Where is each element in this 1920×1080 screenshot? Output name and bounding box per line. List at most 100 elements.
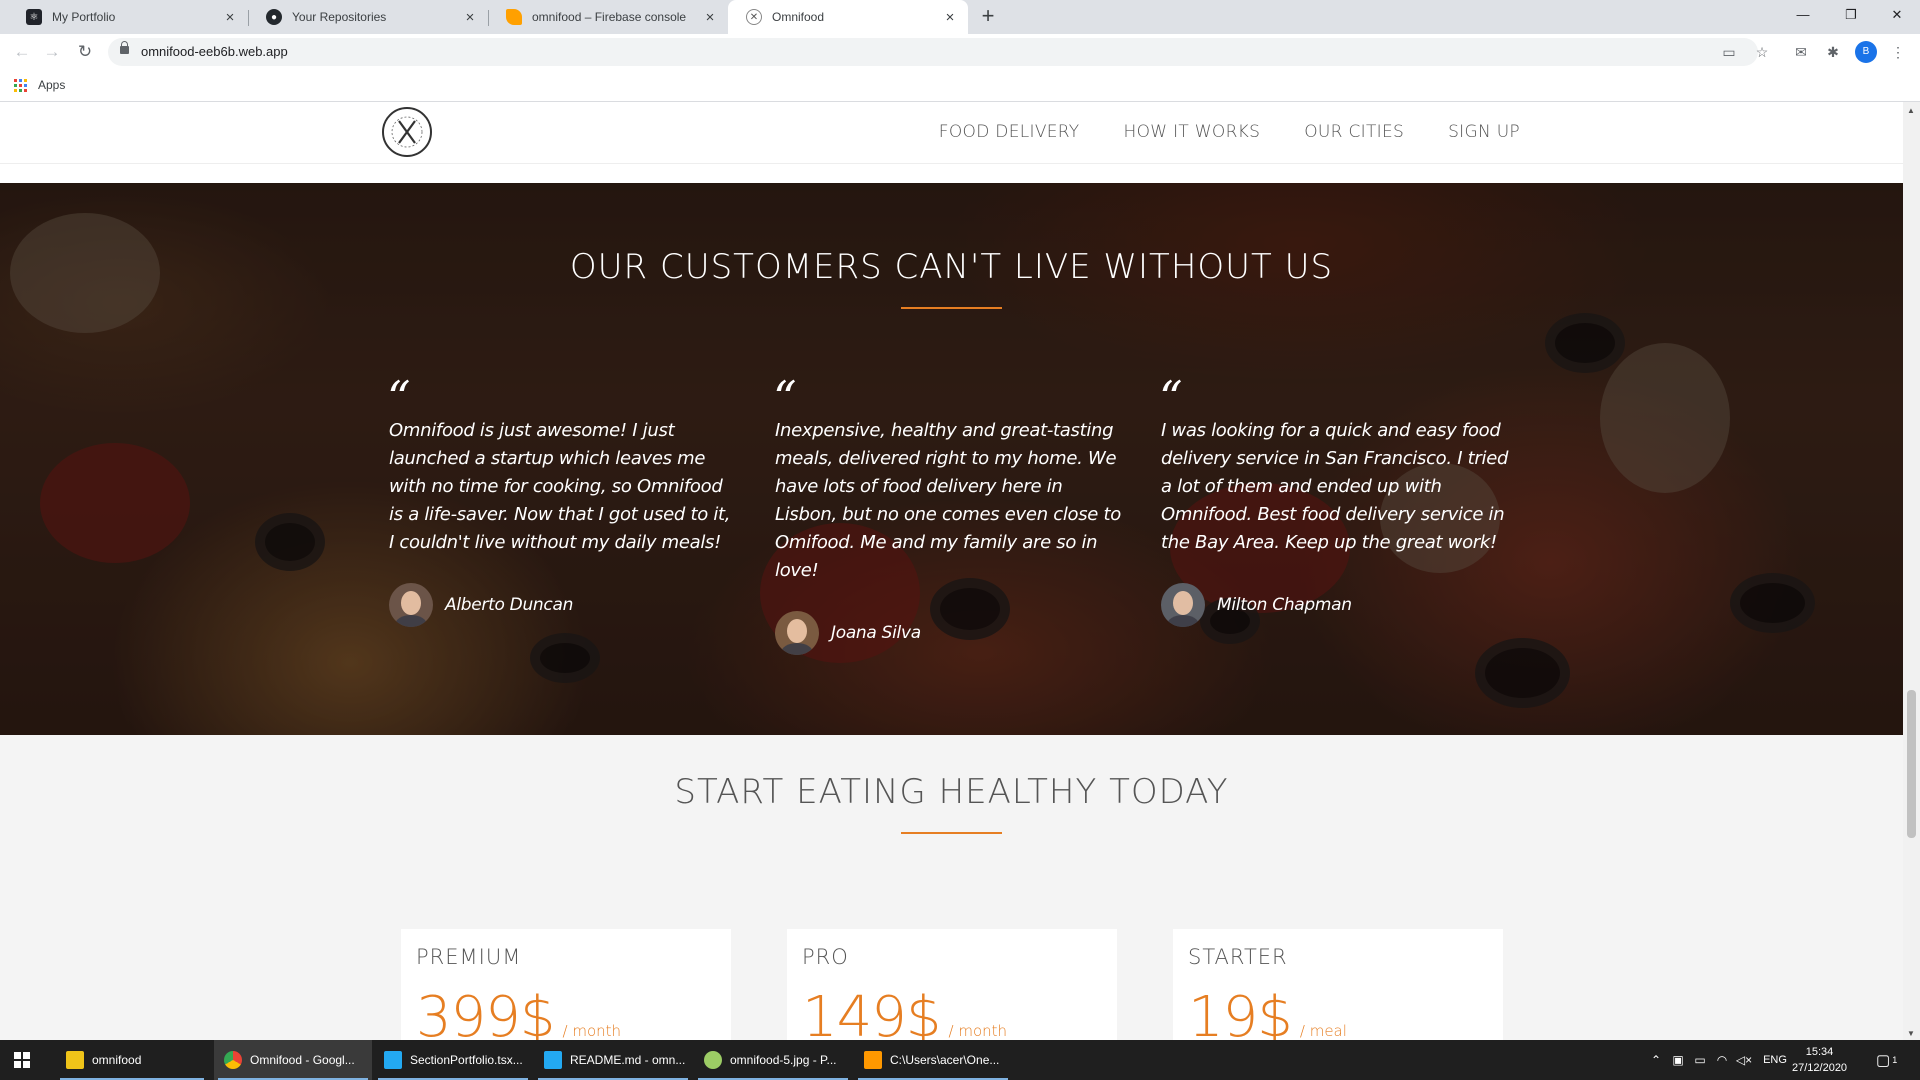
nav-how-it-works[interactable]: HOW IT WORKS [1124,122,1261,142]
taskbar-item-label: omnifood [92,1053,142,1067]
tab-omnifood[interactable]: ✕ Omnifood × [728,0,968,34]
plan-price: 149$ / month [802,985,1007,1040]
windows-start-button[interactable] [14,1052,30,1068]
pricing-section: START EATING HEALTHY TODAY PREMIUM 399$ /… [0,735,1903,1040]
vscode-icon [384,1051,402,1069]
taskbar-item-chrome[interactable]: Omnifood - Googl... [214,1040,372,1080]
author-name: Joana Silva [831,623,921,643]
price-unit: / month [562,1022,622,1040]
main-nav: FOOD DELIVERY HOW IT WORKS OUR CITIES SI… [939,122,1520,142]
pricing-title: START EATING HEALTHY TODAY [674,772,1229,812]
profile-avatar[interactable]: B [1855,41,1877,63]
testimonial-card: “ Inexpensive, healthy and great-tasting… [773,371,1125,655]
cast-icon[interactable]: ▭ [1719,42,1739,62]
close-icon[interactable]: × [942,9,958,26]
minimize-button[interactable]: — [1780,0,1826,30]
taskbar-item-vscode-readme[interactable]: README.md - omn... [534,1040,692,1080]
windows-taskbar: omnifood Omnifood - Googl... SectionPort… [0,1040,1920,1080]
taskbar-item-vscode-portfolio[interactable]: SectionPortfolio.tsx... [374,1040,532,1080]
testimonial-author: Alberto Duncan [389,583,739,627]
taskbar-item-sublime[interactable]: C:\Users\acer\One... [854,1040,1012,1080]
testimonial-author: Joana Silva [775,611,1125,655]
bookmarks-bar: Apps [0,70,1920,102]
plan-name: PREMIUM [416,945,522,969]
site-header: FOOD DELIVERY HOW IT WORKS OUR CITIES SI… [0,102,1903,164]
plan-price: 399$ / month [416,985,621,1040]
browser-tab-bar: ⚛ My Portfolio × ● Your Repositories × o… [0,0,1920,34]
scroll-down-icon[interactable]: ▼ [1907,1029,1915,1038]
omnifood-logo[interactable] [382,107,432,157]
testimonials-title: OUR CUSTOMERS CAN'T LIVE WITHOUT US [569,247,1334,287]
nav-sign-up[interactable]: SIGN UP [1448,122,1520,142]
testimonial-card: “ I was looking for a quick and easy foo… [1159,375,1511,627]
tab-title: omnifood – Firebase console [532,10,687,24]
notification-center-button[interactable]: ▢ 1 [1876,1040,1897,1080]
vscode-icon [544,1051,562,1069]
nav-our-cities[interactable]: OUR CITIES [1304,122,1404,142]
avatar [775,611,819,655]
scroll-up-icon[interactable]: ▲ [1907,106,1915,115]
reload-button[interactable]: ↻ [73,40,97,64]
tab-your-repositories[interactable]: ● Your Repositories × [248,0,488,34]
mail-extension-icon[interactable]: ✉ [1791,42,1811,62]
close-icon[interactable]: × [462,9,478,26]
author-name: Alberto Duncan [445,595,574,615]
testimonial-text: Omnifood is just awesome! I just launche… [389,420,731,553]
testimonial-author: Milton Chapman [1161,583,1511,627]
close-window-button[interactable]: ✕ [1874,0,1920,30]
omnifood-favicon-icon: ✕ [746,9,762,25]
nav-food-delivery[interactable]: FOOD DELIVERY [939,122,1080,142]
quote-mark-icon: “ [773,371,797,425]
plan-card-premium: PREMIUM 399$ / month [401,929,731,1040]
notification-icon: ▢ [1876,1052,1891,1069]
chevron-up-icon[interactable]: ⌃ [1645,1053,1667,1067]
volume-muted-icon[interactable]: ◁× [1733,1053,1755,1067]
page-scrollbar[interactable]: ▲ ▼ [1903,102,1920,1040]
plan-name: PRO [802,945,849,969]
testimonial-text: I was looking for a quick and easy food … [1161,420,1509,553]
sublime-icon [864,1051,882,1069]
taskbar-item-label: omnifood-5.jpg - P... [730,1053,837,1067]
tab-title: Omnifood [772,10,825,24]
new-tab-button[interactable]: + [976,5,1000,29]
notification-count: 1 [1892,1055,1898,1065]
close-icon[interactable]: × [702,9,718,26]
title-underline [901,307,1002,309]
language-indicator[interactable]: ENG [1755,1054,1795,1066]
avatar [389,583,433,627]
back-button[interactable]: ← [10,40,34,64]
tab-firebase-console[interactable]: omnifood – Firebase console × [488,0,728,34]
author-name: Milton Chapman [1217,595,1352,615]
address-bar[interactable]: omnifood-eeb6b.web.app [108,38,1758,66]
github-icon: ● [266,9,282,25]
clock-date: 27/12/2020 [1792,1062,1848,1074]
system-clock[interactable]: 15:34 27/12/2020 [1792,1044,1847,1076]
bookmark-star-icon[interactable]: ☆ [1752,42,1772,62]
plan-card-starter: STARTER 19$ / meal [1173,929,1503,1040]
plan-price: 19$ / meal [1188,985,1347,1040]
apps-bookmark[interactable]: Apps [38,78,65,92]
taskbar-item-omnifood-folder[interactable]: omnifood [56,1040,208,1080]
battery-icon[interactable]: ▭ [1689,1053,1711,1067]
forward-button[interactable]: → [40,40,64,64]
quote-mark-icon: “ [387,371,411,425]
folder-icon [66,1051,84,1069]
title-underline [901,832,1002,834]
taskbar-item-label: SectionPortfolio.tsx... [410,1053,523,1067]
apps-grid-icon[interactable] [14,79,27,92]
wifi-icon[interactable]: ◠ [1711,1053,1733,1067]
clock-time: 15:34 [1805,1046,1834,1058]
close-icon[interactable]: × [222,9,238,26]
react-icon: ⚛ [26,9,42,25]
price-unit: / meal [1299,1022,1347,1040]
firebase-icon [506,9,522,25]
device-icon[interactable]: ▣ [1667,1053,1689,1067]
taskbar-item-paint[interactable]: omnifood-5.jpg - P... [694,1040,852,1080]
price-value: 149$ [802,985,942,1040]
restore-button[interactable]: ❐ [1828,0,1874,30]
extensions-puzzle-icon[interactable]: ✱ [1823,42,1843,62]
menu-kebab-icon[interactable]: ⋮ [1888,42,1908,62]
tab-my-portfolio[interactable]: ⚛ My Portfolio × [8,0,248,34]
url-text: omnifood-eeb6b.web.app [141,44,288,59]
scrollbar-thumb[interactable] [1907,690,1916,838]
